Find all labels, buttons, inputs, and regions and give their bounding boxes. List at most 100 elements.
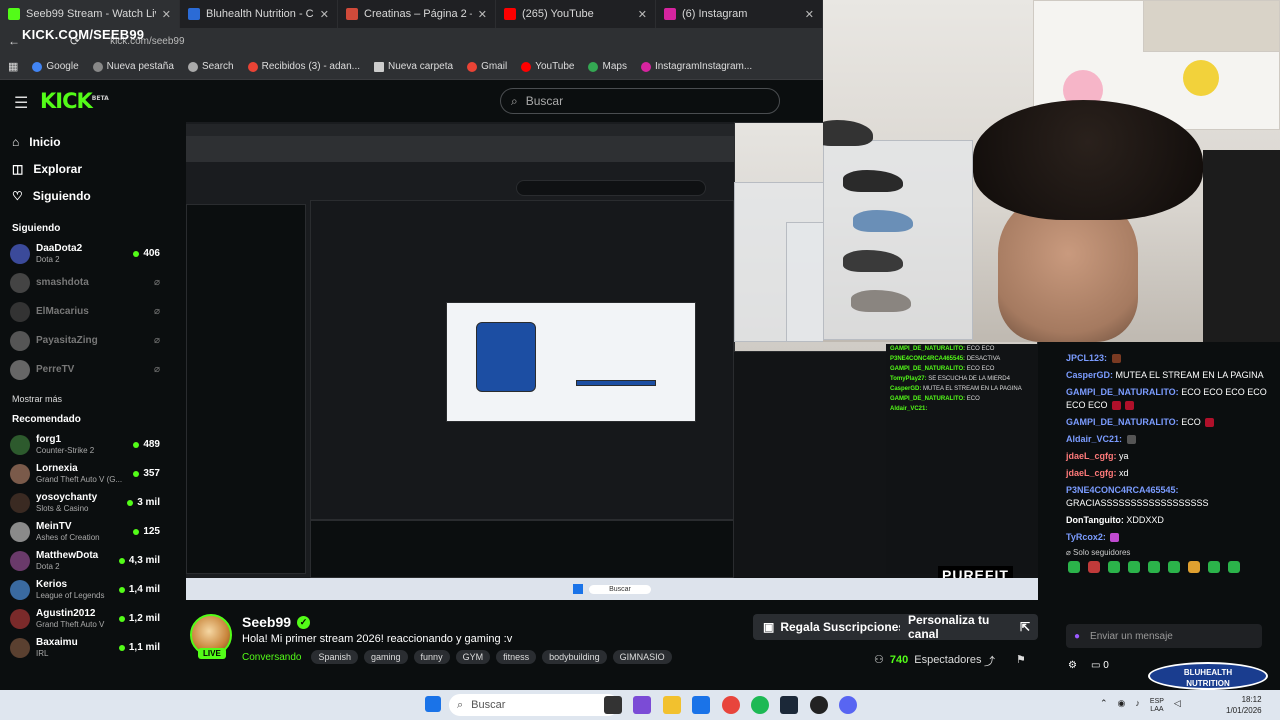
maps-icon (588, 61, 599, 72)
sidebar-channel-daadota2[interactable]: DaaDota2 Dota 2 406 (0, 239, 172, 268)
live-dot-icon (118, 586, 125, 593)
viewers-icon: ⚇ (874, 654, 884, 666)
bookmark-google[interactable]: Google (32, 61, 79, 72)
emote-icon[interactable] (1228, 561, 1240, 573)
apps-icon[interactable]: ▦ (8, 60, 18, 73)
customize-channel-button[interactable]: Personaliza tu canal ⇱ (900, 613, 1038, 641)
tab-creatinas[interactable]: Creatinas – Página 2 – XL Nutri ✕ (338, 0, 496, 28)
report-icon[interactable]: ⚑ (1016, 653, 1026, 666)
tab-instagram[interactable]: (6) Instagram ✕ (656, 0, 823, 28)
close-tab-icon[interactable]: ✕ (162, 8, 171, 21)
emote-icon[interactable] (1068, 561, 1080, 573)
bookmark-instagram[interactable]: InstagramInstagram... (640, 61, 752, 72)
back-icon[interactable]: ← (8, 34, 20, 48)
tag-chip[interactable]: funny (413, 650, 450, 664)
stream-tags: Conversando Spanish gaming funny GYM fit… (242, 650, 672, 664)
nav-explorar[interactable]: ◫ Explorar (0, 155, 172, 182)
live-dot-icon (133, 441, 140, 448)
sidebar-channel-payasitazing[interactable]: PayasitaZing ⌀ (0, 326, 172, 355)
emote-icon[interactable] (1088, 561, 1100, 573)
tag-chip[interactable]: fitness (496, 650, 537, 664)
search-input[interactable]: ⌕ Buscar (500, 88, 780, 114)
emote-icon (1125, 401, 1135, 411)
bookmark-maps[interactable]: Maps (588, 61, 627, 72)
points-icon[interactable]: ⚙ (1068, 660, 1077, 671)
chat-message: GAMPI_DE_NATURALITO: ECO ECO ECO ECO ECO… (1066, 387, 1267, 411)
emote-icon[interactable] (1188, 561, 1200, 573)
sidebar-channel-agustin2012[interactable]: Agustin2012 Grand Theft Auto V 1,2 mil (0, 604, 172, 633)
chat-panel: JPCL123: CasperGD: MUTEA EL STREAM EN LA… (1038, 342, 1280, 690)
windows-start-icon[interactable] (425, 696, 441, 712)
bookmark-youtube[interactable]: YouTube (521, 61, 574, 72)
chat-settings-icon[interactable]: ▭ 0 (1091, 660, 1109, 671)
volume-icon[interactable]: ◁ (1174, 698, 1181, 714)
emote-icon[interactable] (1108, 561, 1120, 573)
sidebar-channel-perretv[interactable]: PerreTV ⌀ (0, 355, 172, 384)
bookmark-search[interactable]: Search (187, 61, 234, 72)
tab-seeb99[interactable]: Seeb99 Stream - Watch Live on ✕ (0, 0, 180, 28)
tag-chip[interactable]: gaming (364, 650, 408, 664)
discord-icon[interactable] (839, 696, 857, 714)
emote-icon[interactable] (1168, 561, 1180, 573)
spotify-icon[interactable] (751, 696, 769, 714)
tag-chip[interactable]: Spanish (311, 650, 359, 664)
obs-icon[interactable] (810, 696, 828, 714)
tab-bluhealth[interactable]: Bluhealth Nutrition - Calidad G ✕ (180, 0, 338, 28)
menu-icon[interactable]: ☰ (14, 93, 28, 113)
chrome-icon[interactable] (722, 696, 740, 714)
sidebar-channel-elmacarius[interactable]: ElMacarius ⌀ (0, 297, 172, 326)
emote-icon[interactable] (1148, 561, 1160, 573)
emote-icon[interactable] (1208, 561, 1220, 573)
emote-icon[interactable] (1128, 561, 1140, 573)
tag-chip[interactable]: GYM (455, 650, 491, 664)
sidebar-channel-smashdota[interactable]: smashdota ⌀ (0, 268, 172, 297)
file-explorer-icon[interactable] (663, 696, 681, 714)
microphone-tray-icon[interactable]: ♪ (1135, 698, 1140, 714)
bookmark-gmail[interactable]: Gmail (467, 61, 507, 72)
chevron-up-icon[interactable]: ⌃ (1100, 698, 1108, 714)
sidebar-channel-forg1[interactable]: forg1 Counter-Strike 2 489 (0, 430, 172, 459)
bookmark-new-tab[interactable]: Nueva pestaña (92, 61, 174, 72)
chat-message: TyRcox2: (1038, 529, 1280, 546)
close-tab-icon[interactable]: ✕ (805, 8, 814, 21)
sidebar-channel-baxaimu[interactable]: Baxaimu IRL 1,1 mil (0, 633, 172, 662)
webcam-overlay (823, 0, 1280, 342)
offline-icon: ⌀ (153, 364, 160, 375)
bookmark-folder[interactable]: Nueva carpeta (374, 61, 453, 72)
sidebar-channel-kerios[interactable]: Kerios League of Legends 1,4 mil (0, 575, 172, 604)
tab-youtube[interactable]: (265) YouTube ✕ (496, 0, 656, 28)
sidebar-channel-yosoychanty[interactable]: yosoychanty Slots & Casino 3 mil (0, 488, 172, 517)
stream-category[interactable]: Conversando (242, 652, 301, 663)
steam-icon[interactable] (780, 696, 798, 714)
chat-input[interactable]: ● Enviar un mensaje (1066, 624, 1262, 648)
store-icon[interactable] (692, 696, 710, 714)
channel-name[interactable]: Seeb99 (242, 614, 291, 630)
close-tab-icon[interactable]: ✕ (638, 8, 647, 21)
live-badge: LIVE (198, 648, 226, 659)
sidebar-channel-meintv[interactable]: MeinTV Ashes of Creation 125 (0, 517, 172, 546)
tag-chip[interactable]: GIMNASIO (612, 650, 672, 664)
sidebar-channel-matthewdota[interactable]: MatthewDota Dota 2 4,3 mil (0, 546, 172, 575)
live-dot-icon (133, 470, 140, 477)
gift-subs-button[interactable]: ▣ Regala Suscripciones (753, 614, 916, 640)
nav-siguiendo[interactable]: ♡ Siguiendo (0, 182, 172, 209)
task-view-icon[interactable] (604, 696, 622, 714)
close-tab-icon[interactable]: ✕ (320, 8, 329, 21)
stream-info-bar: LIVE Seeb99 ✓ Hola! Mi primer stream 202… (186, 600, 1038, 690)
show-more-link[interactable]: Mostrar más (0, 394, 172, 404)
nested-taskbar: Buscar (186, 578, 1038, 600)
sidebar-channel-lornexia[interactable]: Lornexia Grand Theft Auto V (G... 357 (0, 459, 172, 488)
kick-logo[interactable]: KICKBETA (40, 89, 109, 113)
close-tab-icon[interactable]: ✕ (478, 8, 487, 21)
nav-inicio[interactable]: ⌂ Inicio (0, 128, 172, 155)
wifi-icon[interactable]: ◉ (1118, 698, 1126, 714)
share-icon[interactable]: ⤴ (984, 653, 995, 669)
avatar (10, 492, 30, 513)
microphone-icon[interactable]: ● (1074, 631, 1080, 642)
tag-chip[interactable]: bodybuilding (542, 650, 607, 664)
live-dot-icon (118, 615, 125, 622)
windows-search-input[interactable]: ⌕ Buscar (449, 694, 619, 716)
clock[interactable]: 18:12 1/01/2026 (1226, 694, 1262, 716)
bookmark-inbox[interactable]: Recibidos (3) - adan... (247, 61, 360, 72)
teams-icon[interactable] (633, 696, 651, 714)
